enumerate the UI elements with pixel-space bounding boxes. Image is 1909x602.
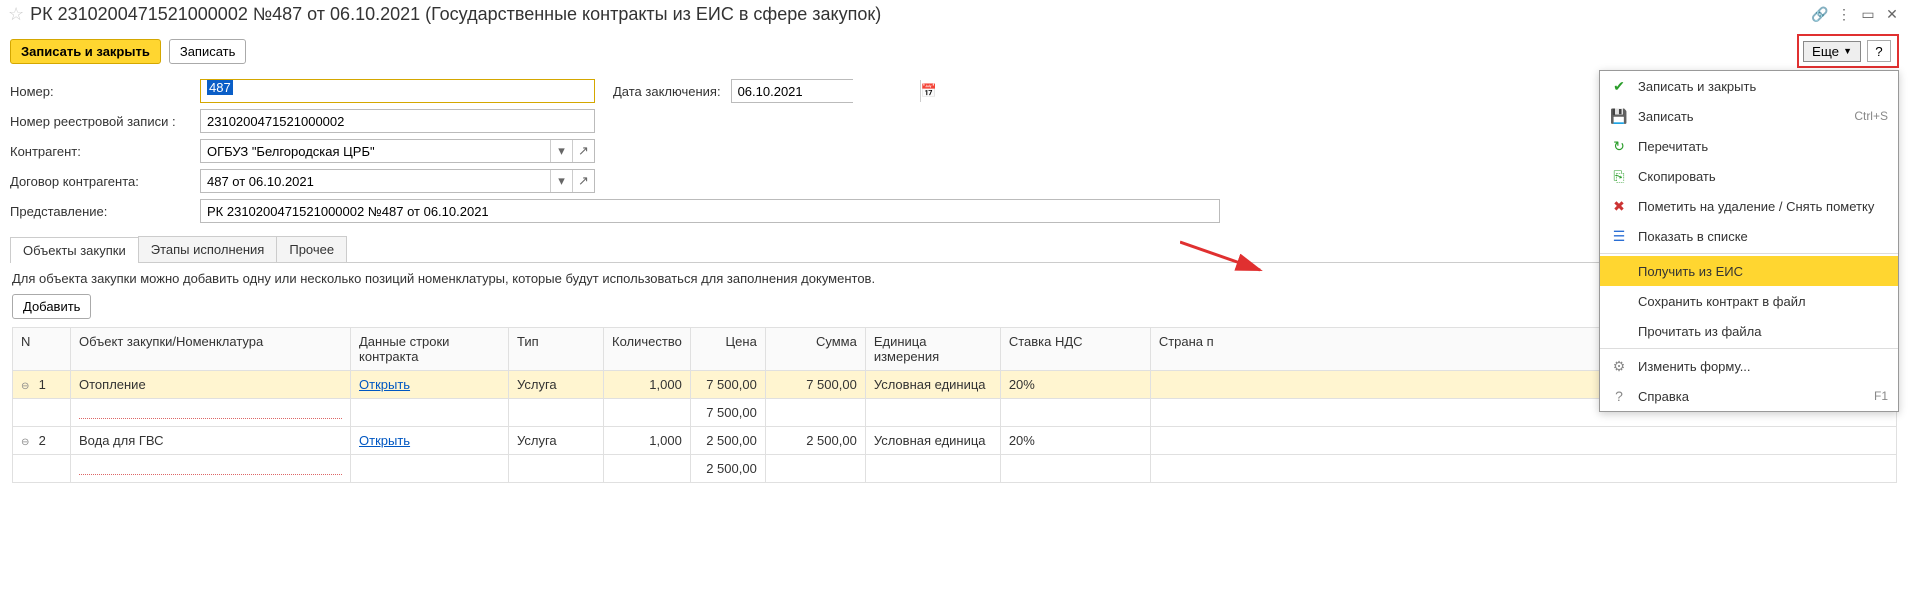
- th-qty[interactable]: Количество: [604, 328, 691, 371]
- dropdown-icon[interactable]: ▾: [550, 140, 572, 162]
- refresh-icon: ↻: [1610, 137, 1628, 155]
- table-row[interactable]: ⊖ 2 Вода для ГВС Открыть Услуга 1,000 2 …: [13, 427, 1897, 455]
- save-and-close-button[interactable]: Записать и закрыть: [10, 39, 161, 64]
- th-n[interactable]: N: [13, 328, 71, 371]
- present-input[interactable]: [200, 199, 1220, 223]
- collapse-icon[interactable]: ⊖: [21, 381, 35, 392]
- th-name[interactable]: Объект закупки/Номенклатура: [71, 328, 351, 371]
- menu-save-to-file[interactable]: Сохранить контракт в файл: [1600, 286, 1898, 316]
- add-button[interactable]: Добавить: [12, 294, 91, 319]
- dropdown-icon[interactable]: ▾: [550, 170, 572, 192]
- close-icon[interactable]: ✕: [1883, 5, 1901, 23]
- command-bar: Записать и закрыть Записать Еще▼ ?: [0, 28, 1909, 74]
- tab-other[interactable]: Прочее: [276, 236, 347, 262]
- open-icon[interactable]: ↗: [572, 140, 594, 162]
- save-button[interactable]: Записать: [169, 39, 247, 64]
- check-icon: ✔: [1610, 77, 1628, 95]
- number-input[interactable]: 487: [200, 79, 595, 103]
- open-link[interactable]: Открыть: [359, 377, 410, 392]
- favorite-star-icon[interactable]: ☆: [8, 4, 24, 25]
- regnum-label: Номер реестровой записи :: [10, 114, 200, 129]
- menu-copy[interactable]: ⎘Скопировать: [1600, 161, 1898, 191]
- th-unit[interactable]: Единица измерения: [865, 328, 1000, 371]
- date-label: Дата заключения:: [613, 84, 721, 99]
- calendar-icon[interactable]: 📅: [920, 80, 937, 102]
- contragent-combo[interactable]: ▾ ↗: [200, 139, 595, 163]
- contragent-label: Контрагент:: [10, 144, 200, 159]
- present-label: Представление:: [10, 204, 200, 219]
- kebab-icon[interactable]: ⋮: [1835, 5, 1853, 23]
- menu-save[interactable]: 💾ЗаписатьCtrl+S: [1600, 101, 1898, 131]
- open-icon[interactable]: ↗: [572, 170, 594, 192]
- open-link[interactable]: Открыть: [359, 433, 410, 448]
- help-button[interactable]: ?: [1867, 40, 1891, 62]
- maximize-icon[interactable]: ▭: [1859, 5, 1877, 23]
- th-vat[interactable]: Ставка НДС: [1000, 328, 1150, 371]
- collapse-icon[interactable]: ⊖: [21, 437, 35, 448]
- gear-icon: ⚙: [1610, 357, 1628, 375]
- menu-change-form[interactable]: ⚙Изменить форму...: [1600, 351, 1898, 381]
- menu-save-close[interactable]: ✔Записать и закрыть: [1600, 71, 1898, 101]
- tab-stages[interactable]: Этапы исполнения: [138, 236, 278, 262]
- th-data[interactable]: Данные строки контракта: [351, 328, 509, 371]
- menu-help[interactable]: ?СправкаF1: [1600, 381, 1898, 411]
- chevron-down-icon: ▼: [1843, 46, 1852, 56]
- save-icon: 💾: [1610, 107, 1628, 125]
- more-button[interactable]: Еще▼: [1803, 41, 1861, 62]
- th-sum[interactable]: Сумма: [765, 328, 865, 371]
- more-button-highlight: Еще▼ ?: [1797, 34, 1899, 68]
- list-icon: ☰: [1610, 227, 1628, 245]
- th-type[interactable]: Тип: [509, 328, 604, 371]
- menu-mark-delete[interactable]: ✖Пометить на удаление / Снять пометку: [1600, 191, 1898, 221]
- date-input[interactable]: 📅: [731, 79, 853, 103]
- contract-label: Договор контрагента:: [10, 174, 200, 189]
- link-icon[interactable]: 🔗: [1811, 5, 1829, 23]
- window-title: РК 2310200471521000002 №487 от 06.10.202…: [30, 4, 1805, 25]
- titlebar: ☆ РК 2310200471521000002 №487 от 06.10.2…: [0, 0, 1909, 28]
- menu-show-in-list[interactable]: ☰Показать в списке: [1600, 221, 1898, 251]
- table-subrow[interactable]: 2 500,00: [13, 455, 1897, 483]
- regnum-input[interactable]: [200, 109, 595, 133]
- more-dropdown-menu: ✔Записать и закрыть 💾ЗаписатьCtrl+S ↻Пер…: [1599, 70, 1899, 412]
- delete-mark-icon: ✖: [1610, 197, 1628, 215]
- contract-combo[interactable]: ▾ ↗: [200, 169, 595, 193]
- th-price[interactable]: Цена: [690, 328, 765, 371]
- help-icon: ?: [1610, 387, 1628, 405]
- number-label: Номер:: [10, 84, 200, 99]
- menu-read-from-file[interactable]: Прочитать из файла: [1600, 316, 1898, 346]
- copy-icon: ⎘: [1610, 167, 1628, 185]
- menu-reload[interactable]: ↻Перечитать: [1600, 131, 1898, 161]
- menu-get-from-eis[interactable]: Получить из ЕИС: [1600, 256, 1898, 286]
- tab-objects[interactable]: Объекты закупки: [10, 237, 139, 263]
